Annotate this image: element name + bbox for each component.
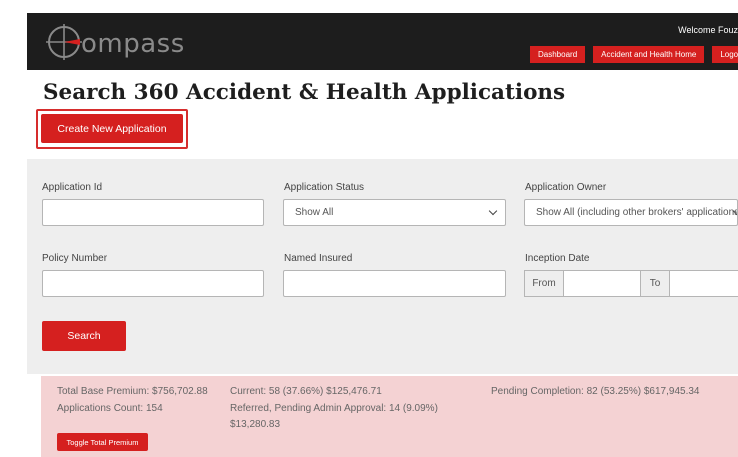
accident-health-home-button[interactable]: Accident and Health Home [593,46,705,63]
compass-logo[interactable]: ompass [44,21,185,63]
inception-date-from-input[interactable] [564,270,640,297]
inception-date-label: Inception Date [525,253,590,264]
application-status-select[interactable]: Show All [283,199,506,226]
inception-date-to-input[interactable] [670,270,738,297]
pending-completion-summary: Pending Completion: 82 (53.25%) $617,945… [491,386,700,397]
application-owner-select[interactable]: Show All (including other brokers' appli… [524,199,738,226]
total-base-premium: Total Base Premium: $756,702.88 [57,386,208,397]
chevron-down-icon [488,206,498,216]
inception-date-range: From To [524,270,738,297]
application-status-label: Application Status [284,182,365,193]
logo-text: ompass [81,29,185,59]
welcome-text: Welcome Fouz [678,25,738,35]
application-id-input[interactable] [42,199,264,226]
from-addon: From [524,270,564,297]
to-addon: To [640,270,670,297]
applications-count: Applications Count: 154 [57,403,163,414]
search-button[interactable]: Search [42,321,126,351]
application-id-label: Application Id [42,182,103,193]
nav-buttons: Dashboard Accident and Health Home Logou… [530,46,738,63]
referred-applications-summary: Referred, Pending Admin Approval: 14 (9.… [230,403,438,414]
top-navbar: ompass Welcome Fouz Dashboard Accident a… [27,13,738,70]
named-insured-input[interactable] [283,270,506,297]
logout-button[interactable]: Logout [712,46,738,63]
application-owner-value: Show All (including other brokers' appli… [536,207,738,218]
policy-number-input[interactable] [42,270,264,297]
create-new-application-button[interactable]: Create New Application [41,114,183,143]
compass-icon [46,24,82,60]
referred-premium-amount: $13,280.83 [230,419,281,430]
current-applications-summary: Current: 58 (37.66%) $125,476.71 [230,386,382,397]
application-status-value: Show All [295,207,334,218]
named-insured-label: Named Insured [284,253,353,264]
toggle-total-premium-button[interactable]: Toggle Total Premium [57,433,148,451]
page-title: Search 360 Accident & Health Application… [43,80,566,105]
policy-number-label: Policy Number [42,253,108,264]
dashboard-button[interactable]: Dashboard [530,46,586,63]
application-owner-label: Application Owner [525,182,607,193]
search-filter-panel [27,159,738,374]
